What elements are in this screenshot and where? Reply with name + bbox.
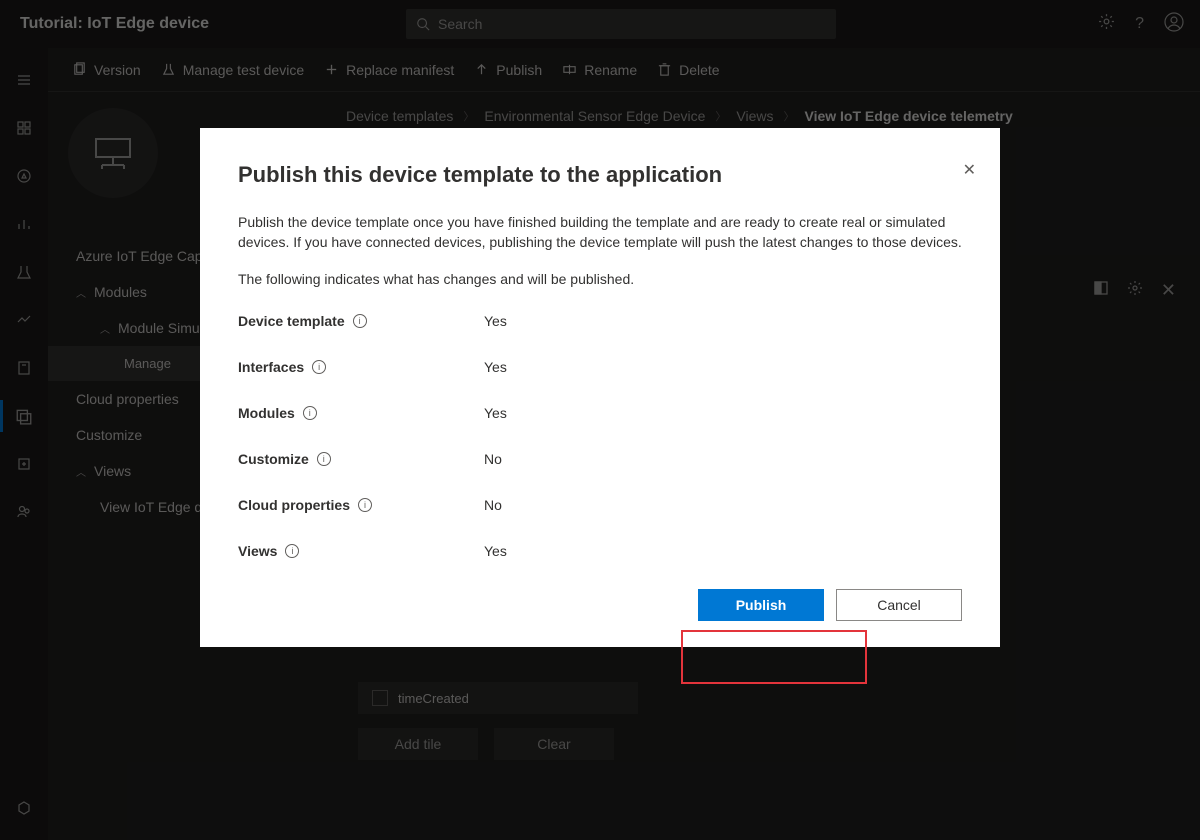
publish-modal: ✕ Publish this device template to the ap… [200,128,1000,647]
modal-publish-button[interactable]: Publish [698,589,824,621]
modal-title: Publish this device template to the appl… [238,162,962,188]
info-icon[interactable]: i [285,544,299,558]
info-icon[interactable]: i [312,360,326,374]
modal-subtext: The following indicates what has changes… [238,271,962,287]
modal-actions: Publish Cancel [238,589,962,621]
modal-row-cloud-properties: Cloud propertiesi No [238,497,962,513]
modal-cancel-button[interactable]: Cancel [836,589,962,621]
info-icon[interactable]: i [358,498,372,512]
modal-row-device-template: Device templatei Yes [238,313,962,329]
modal-row-modules: Modulesi Yes [238,405,962,421]
info-icon[interactable]: i [317,452,331,466]
info-icon[interactable]: i [353,314,367,328]
modal-close-button[interactable]: ✕ [963,160,976,180]
modal-row-views: Viewsi Yes [238,543,962,559]
modal-change-list: Device templatei Yes Interfacesi Yes Mod… [238,313,962,559]
modal-description: Publish the device template once you hav… [238,212,962,253]
info-icon[interactable]: i [303,406,317,420]
modal-row-customize: Customizei No [238,451,962,467]
modal-row-interfaces: Interfacesi Yes [238,359,962,375]
